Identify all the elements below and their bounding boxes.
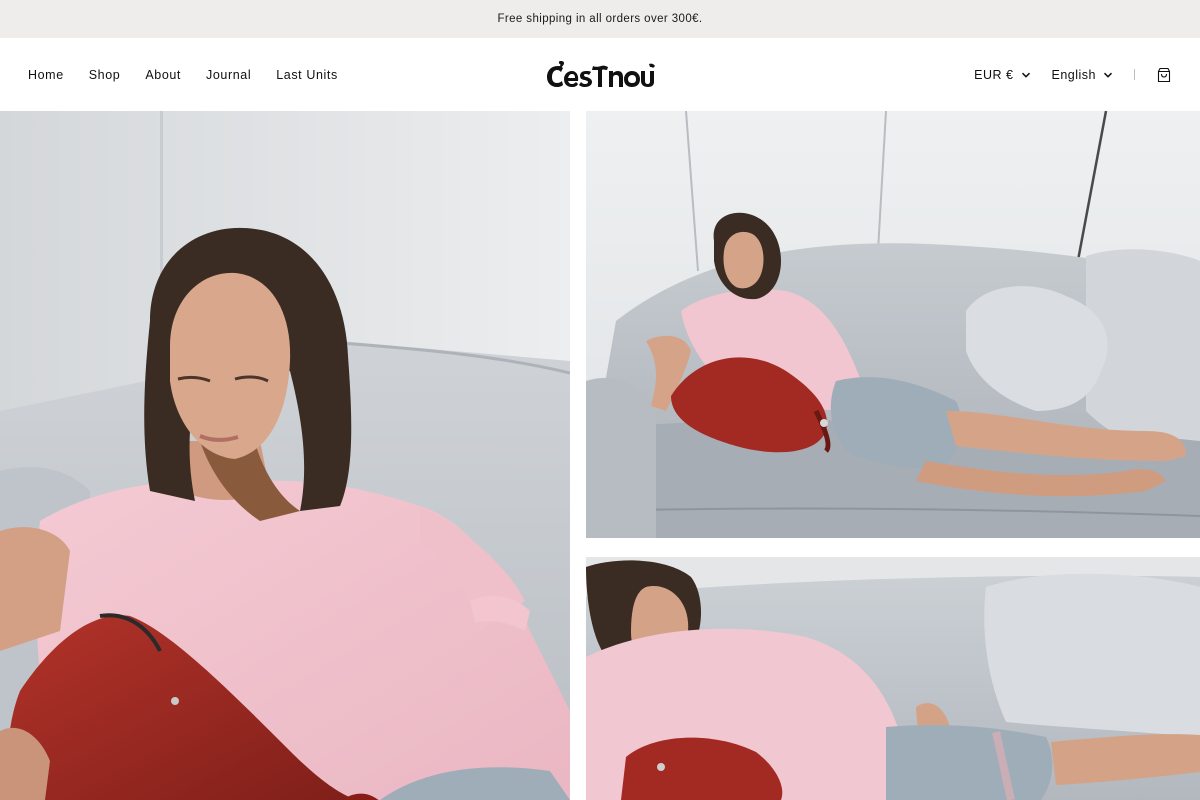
language-label: English <box>1051 67 1096 82</box>
announcement-bar: Free shipping in all orders over 300€. <box>0 0 1200 38</box>
header-tools: EUR € English <box>974 38 1172 111</box>
closeup-photo-illustration <box>0 111 570 800</box>
chevron-down-icon <box>1103 72 1113 78</box>
hero-gallery <box>0 111 1200 800</box>
hero-image-lying[interactable] <box>586 557 1200 800</box>
currency-label: EUR € <box>974 67 1014 82</box>
language-selector[interactable]: English <box>1052 68 1114 82</box>
reclining-photo-illustration <box>586 111 1200 538</box>
nav-item-about[interactable]: About <box>145 68 181 82</box>
currency-selector[interactable]: EUR € <box>974 68 1030 82</box>
brand-logo-mark <box>547 61 655 87</box>
lying-photo-illustration <box>586 557 1200 800</box>
chevron-down-icon <box>1021 72 1030 78</box>
header-divider <box>1134 69 1135 80</box>
site-header: Home Shop About Journal Last Units EUR €… <box>0 38 1200 111</box>
nav-item-home[interactable]: Home <box>28 68 64 82</box>
hero-image-closeup[interactable] <box>0 111 570 800</box>
hero-image-reclining[interactable] <box>586 111 1200 538</box>
brand-logo[interactable] <box>545 58 657 92</box>
cart-button[interactable] <box>1156 67 1172 83</box>
nav-item-last-units[interactable]: Last Units <box>276 68 338 82</box>
announcement-text: Free shipping in all orders over 300€. <box>497 13 703 25</box>
main-nav: Home Shop About Journal Last Units <box>28 38 363 111</box>
shopping-bag-icon <box>1157 67 1171 82</box>
nav-item-journal[interactable]: Journal <box>206 68 251 82</box>
nav-item-shop[interactable]: Shop <box>89 68 121 82</box>
